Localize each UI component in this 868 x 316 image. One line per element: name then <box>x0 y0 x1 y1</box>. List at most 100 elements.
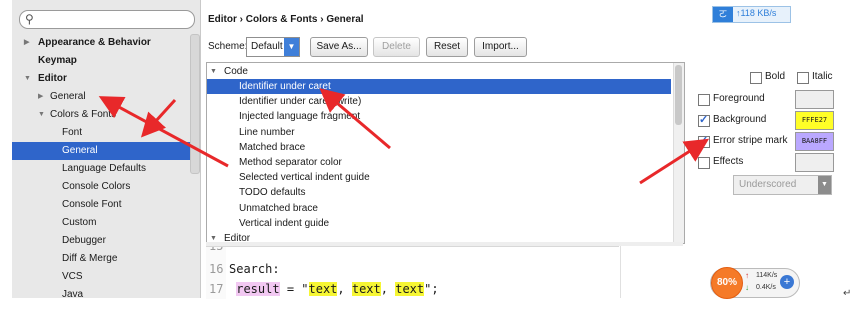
chevron-right-icon[interactable]: ▶ <box>38 88 43 106</box>
code-string-match: text <box>308 282 338 296</box>
list-item-label: Method separator color <box>239 157 342 168</box>
list-scrollbar[interactable] <box>673 63 684 243</box>
sidebar-item[interactable]: Custom <box>12 214 200 232</box>
search-field[interactable]: ⚲ <box>19 10 195 29</box>
list-item[interactable]: Injected language fragment <box>207 109 671 124</box>
import-button[interactable]: Import... <box>474 37 527 57</box>
foreground-label: Foreground <box>713 93 765 104</box>
effects-swatch[interactable] <box>795 153 834 172</box>
network-speed-widget[interactable]: ㄛ ↑118 KB/s <box>712 6 791 23</box>
list-item-label: Identifier under caret (write) <box>239 96 362 108</box>
error-stripe-checkbox[interactable] <box>698 134 710 148</box>
upload-speed: ↑118 KB/s <box>736 8 777 18</box>
sidebar-item-label: Keymap <box>38 55 77 66</box>
upload-speed: 114K/s <box>756 272 778 279</box>
list-item[interactable]: Identifier under caret (write) <box>207 94 671 109</box>
scheme-select[interactable]: Default ▼ <box>246 37 300 57</box>
chevron-right-icon[interactable]: ▶ <box>24 34 29 52</box>
bold-checkbox[interactable] <box>750 72 762 84</box>
sidebar-item[interactable]: ▶ General <box>12 88 200 106</box>
sidebar-item[interactable]: VCS <box>12 268 200 286</box>
sidebar-item[interactable]: Console Font <box>12 196 200 214</box>
effect-type-select[interactable]: Underscored ▼ <box>733 175 832 195</box>
foreground-swatch[interactable] <box>795 90 834 109</box>
sidebar-item[interactable]: Language Defaults <box>12 160 200 178</box>
background-swatch[interactable]: FFFE27 <box>795 111 834 130</box>
list-item[interactable]: Method separator color <box>207 155 671 170</box>
sidebar-item[interactable]: Debugger <box>12 232 200 250</box>
code-text: Search: <box>229 262 280 276</box>
code-text: "; <box>424 282 439 296</box>
breadcrumb: Editor › Colors & Fonts › General <box>208 14 364 25</box>
list-group-label: Code <box>224 66 248 77</box>
list-item-label: Injected language fragment <box>239 111 361 123</box>
sidebar-item-label: Appearance & Behavior <box>38 37 151 48</box>
memory-percent-badge[interactable]: 80% <box>711 267 743 299</box>
sidebar-item[interactable]: Font <box>12 124 200 142</box>
list-item-label: Unmatched brace <box>239 202 318 214</box>
search-icon: ⚲ <box>25 12 34 26</box>
chevron-down-icon[interactable]: ▼ <box>38 106 45 124</box>
list-scroll-thumb[interactable] <box>675 65 682 125</box>
effect-type-value: Underscored <box>739 179 797 190</box>
sidebar-item-label: Java <box>62 289 84 298</box>
background-checkbox[interactable] <box>698 113 710 127</box>
floating-speed-widget[interactable]: 80% ↑ 114K/s ↓ 0.4K/s + <box>710 267 800 299</box>
chevron-down-icon[interactable]: ▼ <box>818 176 831 194</box>
plus-icon[interactable]: + <box>780 275 794 289</box>
cloud-logo-icon: ㄛ <box>713 7 733 22</box>
sidebar-item-label: Font <box>62 127 83 138</box>
download-arrow-icon: ↓ <box>745 283 749 292</box>
line-number: 16 <box>209 262 224 276</box>
code-line: 17 result = "text, text, text"; <box>206 282 439 296</box>
delete-button[interactable]: Delete <box>373 37 420 57</box>
sidebar-scrollbar[interactable] <box>190 34 200 174</box>
return-mark-icon: ↵ <box>843 288 852 299</box>
italic-label: Italic <box>812 71 833 82</box>
upload-arrow-icon: ↑ <box>745 271 749 280</box>
foreground-checkbox[interactable] <box>698 94 710 106</box>
list-group-code[interactable]: ▼ Code <box>207 64 671 79</box>
chevron-down-icon[interactable]: ▼ <box>284 38 299 56</box>
reset-button[interactable]: Reset <box>426 37 468 57</box>
sidebar-item[interactable]: ▶ Appearance & Behavior <box>12 34 200 52</box>
sidebar-item[interactable]: ▼ Colors & Fonts <box>12 106 200 124</box>
sidebar-item[interactable]: Diff & Merge <box>12 250 200 268</box>
sidebar-item-label: Colors & Fonts <box>50 109 117 120</box>
list-item[interactable]: TODO defaults <box>207 185 671 200</box>
sidebar-item[interactable]: General <box>12 142 200 160</box>
list-item[interactable]: Line number <box>207 125 671 140</box>
list-item-label: Vertical indent guide <box>239 217 330 229</box>
list-item-label: Line number <box>239 126 295 138</box>
sidebar-item[interactable]: Java <box>12 286 200 298</box>
code-line: 15 <box>206 246 229 253</box>
line-number: 15 <box>209 246 224 253</box>
error-stripe-swatch[interactable]: BAA8FF <box>795 132 834 151</box>
download-speed: 0.4K/s <box>756 284 776 291</box>
italic-checkbox[interactable] <box>797 72 809 84</box>
code-preview[interactable]: 15 16 Search: 17 result = "text, text, te… <box>206 246 619 299</box>
list-item[interactable]: Vertical indent guide <box>207 216 671 231</box>
code-line: 16 Search: <box>206 262 280 276</box>
list-item[interactable]: Identifier under caret <box>207 79 671 94</box>
code-text: , <box>380 282 396 296</box>
list-item-label: TODO defaults <box>239 187 306 199</box>
sidebar-item[interactable]: Console Colors <box>12 178 200 196</box>
sidebar-item[interactable]: Keymap <box>12 52 200 70</box>
color-attributes-list[interactable]: ▼ Code Identifier under caret Identifier … <box>206 62 685 244</box>
list-item[interactable]: Matched brace <box>207 140 671 155</box>
sidebar-item-label: Editor <box>38 73 67 84</box>
list-item-label: Identifier under caret <box>239 81 331 92</box>
sidebar-item[interactable]: ▼ Editor <box>12 70 200 88</box>
list-item[interactable]: Unmatched brace <box>207 201 671 216</box>
code-text: , <box>337 282 352 296</box>
list-item[interactable]: Selected vertical indent guide <box>207 170 671 185</box>
sidebar-item-label: Diff & Merge <box>62 253 118 264</box>
sidebar-item-label: VCS <box>62 271 83 282</box>
sidebar-item-label: General <box>62 145 98 156</box>
effects-checkbox[interactable] <box>698 157 710 169</box>
save-as-button[interactable]: Save As... <box>310 37 368 57</box>
sidebar-item-label: Custom <box>62 217 97 228</box>
background-label: Background <box>713 114 767 125</box>
chevron-down-icon[interactable]: ▼ <box>24 70 31 88</box>
